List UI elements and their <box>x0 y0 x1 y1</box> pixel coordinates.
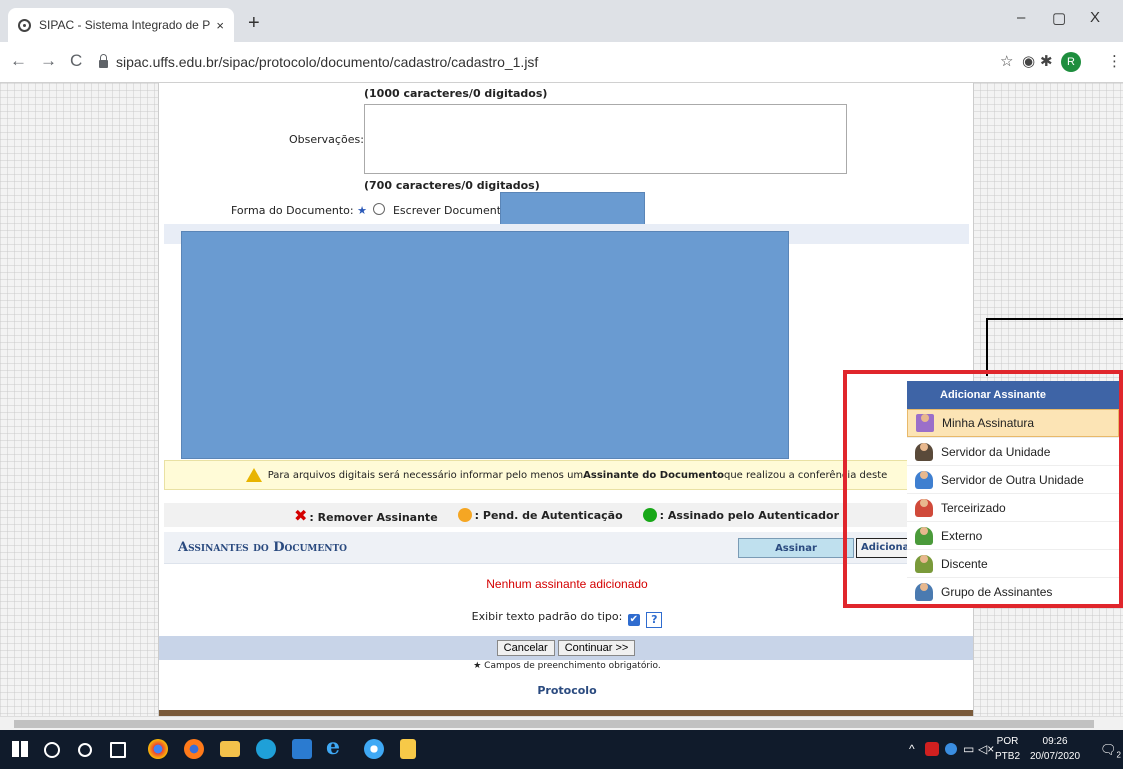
escrever-documento-label: Escrever Documento <box>392 204 508 217</box>
forma-documento-row: Forma do Documento: ★ Escrever Documento <box>231 203 508 217</box>
bookmark-star-icon[interactable]: ☆ <box>1000 52 1013 70</box>
redacted-content-block <box>181 231 789 459</box>
url-text: sipac.uffs.edu.br/sipac/protocolo/docume… <box>116 53 539 70</box>
pending-dot-icon <box>457 508 472 522</box>
notification-count: 2 <box>1116 750 1121 760</box>
system-clock[interactable]: 09:26 20/07/2020 <box>1030 734 1080 764</box>
acrobat-tray-icon[interactable] <box>925 742 939 756</box>
keyboard-layout: PTB2 <box>995 751 1021 762</box>
horizontal-scrollbar[interactable] <box>0 716 1123 731</box>
profile-avatar[interactable]: R <box>1061 52 1081 72</box>
legend-signed: : Assinado pelo Autenticador <box>642 508 839 522</box>
task-view-icon[interactable] <box>110 742 126 758</box>
annotation-line-vertical <box>986 318 988 376</box>
tab-title: SIPAC - Sistema Integrado de Pat <box>39 18 211 32</box>
store-icon[interactable] <box>292 739 312 759</box>
legend-remove: ✖: Remover Assinante <box>294 506 438 525</box>
exibir-texto-checkbox[interactable]: ✔ <box>627 614 640 626</box>
windows-taskbar: e ^ ▭ ◁× POR PTB2 09:26 20/07/2020 🗨2 <box>0 730 1123 769</box>
app-circle-icon[interactable] <box>364 739 384 759</box>
forward-button[interactable]: → <box>40 51 57 71</box>
tab-close-icon[interactable]: × <box>216 18 224 33</box>
window-close-button[interactable]: X <box>1090 9 1100 26</box>
internet-explorer-icon[interactable]: e <box>326 734 346 760</box>
clock-date: 20/07/2020 <box>1030 751 1081 762</box>
form-button-bar: Cancelar Continuar >> <box>159 636 973 660</box>
annotation-highlight-box <box>843 370 1123 608</box>
back-button[interactable]: ← <box>10 51 27 71</box>
legend-pending-text: : Pend. de Autenticação <box>474 509 623 522</box>
legend-remove-text: : Remover Assinante <box>309 510 438 524</box>
exibir-texto-label: Exibir texto padrão do tipo: <box>471 610 623 623</box>
forma-documento-label: Forma do Documento: <box>231 204 354 217</box>
site-favicon-icon <box>18 18 31 32</box>
cortana-icon[interactable] <box>78 743 92 757</box>
required-star-icon: ★ <box>357 204 367 217</box>
start-windows-icon[interactable] <box>12 741 28 757</box>
warning-icon <box>245 468 262 482</box>
document-app-icon[interactable] <box>400 739 416 759</box>
chrome-icon[interactable] <box>148 739 168 759</box>
firefox-icon[interactable] <box>184 739 204 759</box>
extension-icon[interactable]: ◉ <box>1022 52 1035 70</box>
signed-dot-icon <box>642 508 657 522</box>
file-explorer-icon[interactable] <box>220 741 240 757</box>
warning-text-bold: Assinante do Documento <box>583 469 724 481</box>
url-field[interactable]: sipac.uffs.edu.br/sipac/protocolo/docume… <box>95 47 975 76</box>
required-fields-note: ★ Campos de preenchimento obrigatório. <box>473 661 661 671</box>
cancel-button[interactable]: Cancelar <box>496 640 555 656</box>
footer-protocolo-link[interactable]: Protocolo <box>159 684 975 697</box>
continue-button[interactable]: Continuar >> <box>557 640 636 656</box>
char-counter-obs: (700 caracteres/0 digitados) <box>364 179 540 192</box>
reload-button[interactable]: C <box>70 51 82 71</box>
remove-x-icon: ✖ <box>294 505 308 525</box>
exibir-texto-row: Exibir texto padrão do tipo: ✔ ? <box>159 610 975 628</box>
network-tray-icon[interactable] <box>945 743 957 755</box>
escrever-documento-radio[interactable] <box>373 203 386 215</box>
tray-chevron-icon[interactable]: ^ <box>909 742 915 756</box>
language-indicator[interactable]: POR PTB2 <box>995 734 1020 764</box>
legend-signed-text: : Assinado pelo Autenticador <box>659 509 839 522</box>
language-code: POR <box>996 736 1019 747</box>
lock-icon <box>99 53 108 68</box>
new-tab-button[interactable]: + <box>248 12 260 35</box>
notification-icon[interactable]: 🗨2 <box>1100 742 1121 760</box>
observacoes-label: Observações: <box>289 133 364 146</box>
char-counter-top: (1000 caracteres/0 digitados) <box>364 87 548 100</box>
browser-tab[interactable]: SIPAC - Sistema Integrado de Pat × <box>8 8 234 42</box>
scrollbar-thumb[interactable] <box>14 720 1094 728</box>
clock-time: 09:26 <box>1042 736 1068 747</box>
display-tray-icon[interactable]: ▭ <box>963 742 974 756</box>
address-bar: ← → C sipac.uffs.edu.br/sipac/protocolo/… <box>0 42 1123 83</box>
search-icon[interactable] <box>44 742 60 758</box>
browser-menu-icon[interactable]: ⋮ <box>1107 52 1122 70</box>
maximize-button[interactable]: ▢ <box>1052 9 1066 27</box>
minimize-button[interactable]: – <box>1017 9 1025 26</box>
volume-icon[interactable]: ◁× <box>978 742 994 756</box>
tab-strip: SIPAC - Sistema Integrado de Pat × + – ▢… <box>0 0 1123 42</box>
annotation-line-horizontal <box>987 318 1123 320</box>
redacted-option-block <box>500 192 645 226</box>
help-icon[interactable]: ? <box>646 612 663 628</box>
assinar-button[interactable]: Assinar <box>738 538 854 558</box>
edge-icon[interactable] <box>256 739 276 759</box>
observacoes-textarea[interactable] <box>364 104 847 174</box>
warning-text-pre: Para arquivos digitais será necessário i… <box>267 469 584 481</box>
legend-pending: : Pend. de Autenticação <box>457 508 623 522</box>
extensions-puzzle-icon[interactable]: ✱ <box>1040 52 1053 70</box>
